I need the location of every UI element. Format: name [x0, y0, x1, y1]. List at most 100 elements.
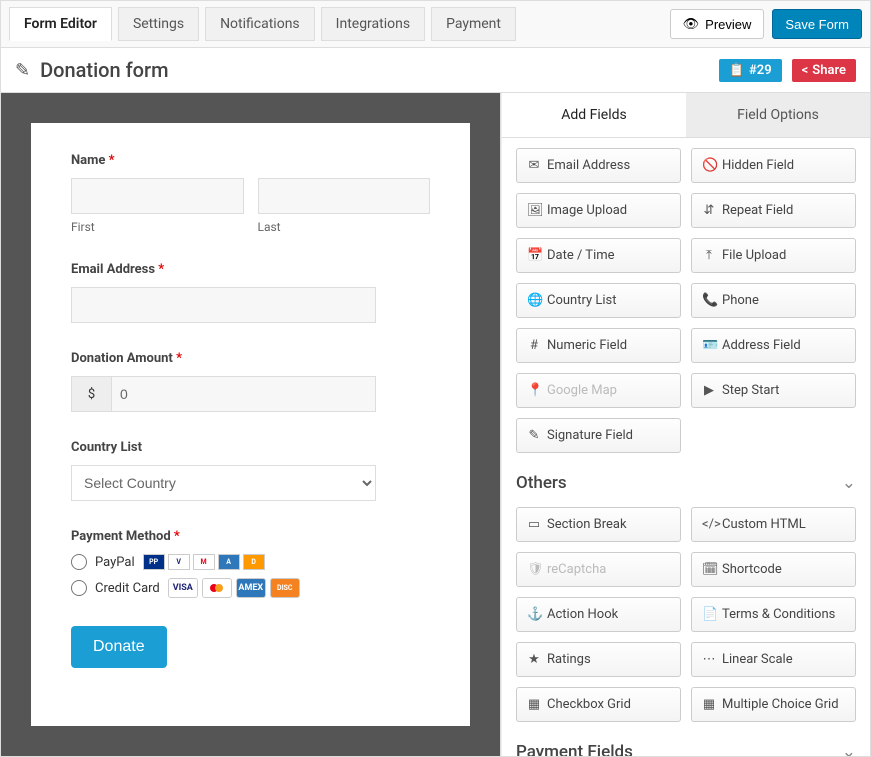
tab-integrations[interactable]: Integrations — [321, 7, 425, 41]
field-multiple-choice-grid[interactable]: ▦ Multiple Choice Grid — [691, 687, 856, 722]
payment-label-text: Payment Method — [71, 529, 171, 544]
amount-input[interactable] — [111, 376, 376, 412]
field-file-upload[interactable]: ⤒ File Upload — [691, 238, 856, 273]
email-input[interactable] — [71, 287, 376, 323]
panel-tab-add-fields[interactable]: Add Fields — [502, 93, 686, 137]
field-image-upload[interactable]: 🖼Image Upload — [516, 193, 681, 228]
primary-tabs: Form Editor Settings Notifications Integ… — [9, 7, 516, 41]
donate-button[interactable]: Donate — [71, 626, 167, 668]
f-lbl: Multiple Choice Grid — [722, 697, 839, 712]
form-title: Donation form — [40, 58, 168, 82]
field-google-map: 📍Google Map — [516, 373, 681, 408]
email-label: Email Address * — [71, 262, 430, 277]
paypal-radio[interactable] — [71, 554, 87, 570]
field-terms[interactable]: 📄Terms & Conditions — [691, 597, 856, 632]
section-payment-header[interactable]: Payment Fields ⌄ — [516, 742, 856, 756]
first-name-input[interactable] — [71, 178, 244, 214]
field-submit: Donate — [71, 626, 430, 668]
shield-icon: 🛡 — [527, 562, 541, 577]
first-sublabel: First — [71, 220, 244, 234]
country-select[interactable]: Select Country — [71, 465, 376, 501]
amount-label: Donation Amount * — [71, 351, 430, 366]
file-text-icon: 📄 — [702, 607, 716, 622]
field-signature[interactable]: ✎Signature Field — [516, 418, 681, 453]
section-others-header[interactable]: Others ⌄ — [516, 473, 856, 493]
credit-card-icons: VISA AMEX DISC — [168, 578, 300, 598]
field-date-time[interactable]: 📅Date / Time — [516, 238, 681, 273]
email-label-text: Email Address — [71, 262, 155, 277]
field-country: Country List Select Country — [71, 440, 430, 501]
field-step-start[interactable]: ▶Step Start — [691, 373, 856, 408]
f-lbl: Repeat Field — [722, 203, 793, 218]
text-height-icon: ⇵ — [702, 203, 716, 218]
field-numeric[interactable]: #Numeric Field — [516, 328, 681, 363]
dots-icon: ⋯ — [702, 652, 716, 667]
mc-mini-icon: M — [193, 554, 215, 570]
credit-card-option[interactable]: Credit Card VISA AMEX DISC — [71, 578, 430, 598]
field-section-break[interactable]: ▭Section Break — [516, 507, 681, 542]
basic-fields-grid: ✉Email Address 🚫Hidden Field 🖼Image Uplo… — [516, 148, 856, 453]
save-form-button[interactable]: Save Form — [772, 9, 862, 39]
tab-form-editor[interactable]: Form Editor — [9, 7, 112, 41]
pencil-square-icon: ✎ — [527, 428, 541, 443]
f-lbl: File Upload — [722, 248, 786, 263]
tab-payment[interactable]: Payment — [431, 7, 516, 41]
panel-tab-field-options[interactable]: Field Options — [686, 93, 870, 137]
preview-button[interactable]: 👁 Preview — [670, 9, 765, 39]
others-grid: ▭Section Break </>Custom HTML 🛡reCaptcha… — [516, 507, 856, 722]
field-linear-scale[interactable]: ⋯ Linear Scale — [691, 642, 856, 677]
f-lbl: Custom HTML — [722, 517, 806, 532]
tab-notifications[interactable]: Notifications — [205, 7, 315, 41]
name-row: First Last — [71, 178, 430, 234]
payment-label: Payment Method * — [71, 529, 430, 544]
discover-icon: DISC — [270, 578, 300, 598]
f-lbl: Action Hook — [547, 607, 618, 622]
f-lbl: Email Address — [547, 158, 630, 173]
last-name-input[interactable] — [258, 178, 431, 214]
field-country-list[interactable]: 🌐Country List — [516, 283, 681, 318]
phone-icon: 📞 — [702, 293, 716, 308]
paypal-option[interactable]: PayPal PP V M A D — [71, 554, 430, 570]
panel-tabs: Add Fields Field Options — [502, 93, 870, 138]
field-address[interactable]: 🪪 Address Field — [691, 328, 856, 363]
canvas-pane: Name * First Last — [1, 93, 501, 756]
required-asterisk: * — [176, 351, 182, 366]
field-name: Name * First Last — [71, 153, 430, 234]
f-lbl: Address Field — [722, 338, 801, 353]
form-id-text: #29 — [749, 63, 772, 78]
f-lbl: Phone — [722, 293, 759, 308]
field-hidden[interactable]: 🚫Hidden Field — [691, 148, 856, 183]
field-action-hook[interactable]: ⚓Action Hook — [516, 597, 681, 632]
calendar2-icon: 🗓 — [702, 562, 716, 577]
section-payment-label: Payment Fields — [516, 742, 633, 756]
field-phone[interactable]: 📞 Phone — [691, 283, 856, 318]
field-checkbox-grid[interactable]: ▦Checkbox Grid — [516, 687, 681, 722]
field-email-address[interactable]: ✉Email Address — [516, 148, 681, 183]
credit-card-radio[interactable] — [71, 580, 87, 596]
amount-label-text: Donation Amount — [71, 351, 173, 366]
field-repeat[interactable]: ⇵ Repeat Field — [691, 193, 856, 228]
f-lbl: Country List — [547, 293, 617, 308]
upload-icon: ⤒ — [702, 248, 716, 263]
preview-label: Preview — [705, 17, 751, 32]
card-icon: 🪪 — [702, 338, 716, 353]
visa-mini-icon: V — [168, 554, 190, 570]
amex-mini-icon: A — [218, 554, 240, 570]
share-badge[interactable]: < Share — [792, 59, 856, 82]
eye-slash-icon: 🚫 — [702, 158, 716, 173]
field-custom-html[interactable]: </>Custom HTML — [691, 507, 856, 542]
required-asterisk: * — [109, 153, 115, 168]
field-ratings[interactable]: ★Ratings — [516, 642, 681, 677]
field-recaptcha: 🛡reCaptcha — [516, 552, 681, 587]
form-id-badge[interactable]: 📋 #29 — [719, 59, 782, 82]
panel-body[interactable]: ✉Email Address 🚫Hidden Field 🖼Image Uplo… — [502, 138, 870, 756]
field-shortcode[interactable]: 🗓Shortcode — [691, 552, 856, 587]
visa-icon: VISA — [168, 578, 198, 598]
f-lbl: Google Map — [547, 383, 617, 398]
field-email: Email Address * — [71, 262, 430, 323]
tab-settings[interactable]: Settings — [118, 7, 199, 41]
grid2-icon: ▦ — [702, 697, 716, 712]
field-payment-method: Payment Method * PayPal PP V M A D — [71, 529, 430, 598]
f-lbl: Linear Scale — [722, 652, 793, 667]
pencil-icon[interactable]: ✎ — [15, 60, 30, 81]
